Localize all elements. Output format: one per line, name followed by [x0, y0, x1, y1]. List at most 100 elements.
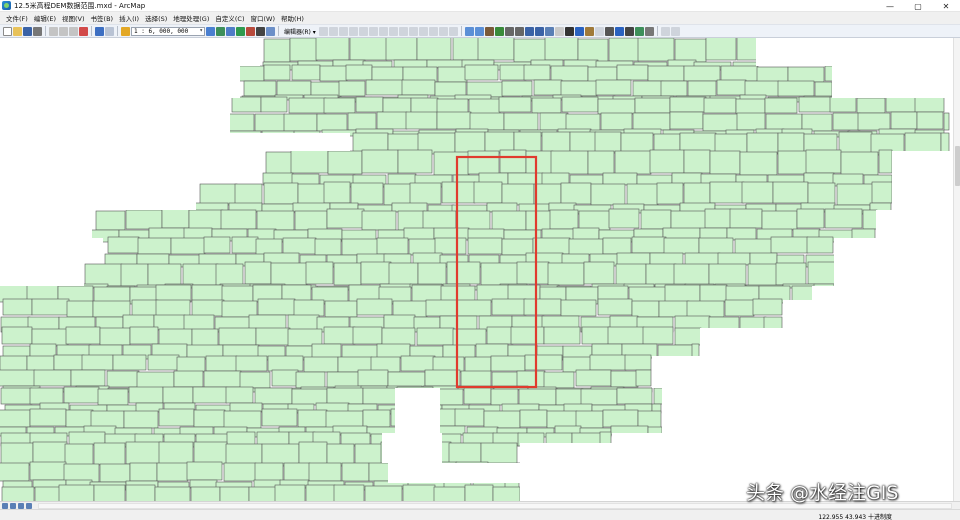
rotate-icon[interactable] [418, 26, 428, 36]
menu-file[interactable]: 文件(F) [3, 13, 31, 23]
save-icon[interactable] [23, 26, 32, 36]
hyperlink-icon[interactable] [584, 26, 594, 36]
edit-vertices-icon[interactable] [378, 26, 388, 36]
table-of-contents-icon[interactable] [216, 26, 225, 36]
menu-view[interactable]: 视图(V) [59, 13, 88, 23]
maximize-button[interactable]: ▢ [904, 0, 932, 12]
dem-tile [862, 209, 878, 230]
add-data-icon[interactable] [121, 26, 130, 36]
fixed-zoom-in-icon[interactable] [504, 26, 514, 36]
map-background-gap [0, 151, 262, 183]
menu-edit[interactable]: 编辑(E) [31, 13, 59, 23]
editor-toolbar-icon[interactable] [206, 26, 215, 36]
select-elements-icon[interactable] [564, 26, 574, 36]
dem-tile [775, 262, 807, 286]
open-folder-icon[interactable] [13, 26, 22, 36]
go-back-icon[interactable] [524, 26, 534, 36]
dem-tile [355, 96, 384, 113]
clear-selection-icon[interactable] [554, 26, 564, 36]
map-background-gap [876, 210, 953, 238]
measure-icon[interactable] [604, 26, 614, 36]
go-to-xy-icon[interactable] [634, 26, 644, 36]
minimize-button[interactable]: — [876, 0, 904, 12]
editor-menu[interactable]: 编辑器(R) ▾ [282, 27, 318, 36]
dem-tile [403, 227, 435, 241]
create-viewer-icon[interactable] [660, 26, 670, 36]
dem-tile [65, 409, 94, 428]
dem-tile [492, 486, 521, 501]
layout-view-icon[interactable] [10, 502, 16, 509]
straight-segment-icon[interactable] [338, 26, 348, 36]
map-scale-input[interactable]: 1 : 6, 000, 000 [131, 26, 205, 36]
zoom-out-icon[interactable] [474, 26, 484, 36]
dem-tile [397, 210, 426, 231]
menu-customize[interactable]: 自定义(C) [212, 13, 247, 23]
reshape-icon[interactable] [388, 26, 398, 36]
create-features-icon[interactable] [448, 26, 458, 36]
paste-icon[interactable] [69, 26, 78, 36]
dem-tile [814, 81, 833, 98]
data-view-icon[interactable] [2, 502, 8, 509]
attributes-icon[interactable] [428, 26, 438, 36]
delete-icon[interactable] [79, 26, 88, 36]
dem-tile [237, 65, 265, 82]
find-icon[interactable] [614, 26, 624, 36]
full-extent-icon[interactable] [494, 26, 504, 36]
edit-annotation-icon[interactable] [328, 26, 338, 36]
edit-tool-icon[interactable] [318, 26, 328, 36]
dem-tile [323, 326, 356, 345]
go-forward-icon[interactable] [534, 26, 544, 36]
dem-tile [765, 113, 803, 132]
endpoint-arc-icon[interactable] [348, 26, 358, 36]
new-document-icon[interactable] [3, 26, 12, 36]
dem-tile [323, 181, 351, 204]
dem-tile [93, 484, 126, 501]
zoom-in-icon[interactable] [464, 26, 474, 36]
dem-tile [796, 208, 825, 229]
pause-drawing-icon[interactable] [26, 502, 32, 509]
split-icon[interactable] [408, 26, 418, 36]
refresh-icon[interactable] [18, 502, 24, 509]
select-features-icon[interactable] [544, 26, 554, 36]
find-route-icon[interactable] [624, 26, 634, 36]
cut-icon[interactable] [49, 26, 58, 36]
arctoolbox-icon[interactable] [246, 26, 255, 36]
point-icon[interactable] [368, 26, 378, 36]
map-display[interactable] [0, 38, 953, 501]
redo-icon[interactable] [105, 26, 114, 36]
dem-tile [787, 66, 825, 83]
menu-bookmarks[interactable]: 书签(B) [88, 13, 117, 23]
copy-icon[interactable] [59, 26, 68, 36]
dem-tile [405, 111, 438, 130]
fixed-zoom-out-icon[interactable] [514, 26, 524, 36]
trace-icon[interactable] [358, 26, 368, 36]
cut-polygons-icon[interactable] [398, 26, 408, 36]
html-popup-icon[interactable] [594, 26, 604, 36]
dem-tile [64, 443, 94, 467]
identify-icon[interactable] [574, 26, 584, 36]
toolbar-options-icon[interactable] [670, 26, 680, 36]
dem-tile [702, 113, 740, 132]
vertical-scrollbar[interactable] [953, 38, 960, 501]
vertical-scrollbar-thumb[interactable] [955, 146, 960, 186]
dem-tile [510, 326, 545, 345]
dem-tile [26, 355, 55, 372]
menu-help[interactable]: 帮助(H) [278, 13, 307, 23]
sketch-properties-icon[interactable] [438, 26, 448, 36]
menu-windows[interactable]: 窗口(W) [248, 13, 279, 23]
map-canvas[interactable] [0, 38, 953, 501]
python-window-icon[interactable] [256, 26, 265, 36]
search-window-icon[interactable] [236, 26, 245, 36]
pan-icon[interactable] [484, 26, 494, 36]
print-icon[interactable] [33, 26, 42, 36]
close-button[interactable]: ✕ [932, 0, 960, 12]
undo-icon[interactable] [95, 26, 104, 36]
model-builder-icon[interactable] [266, 26, 275, 36]
menu-geoprocessing[interactable]: 地理处理(G) [170, 13, 212, 23]
menu-selection[interactable]: 选择(S) [142, 13, 170, 23]
dem-tile [433, 151, 470, 176]
time-slider-icon[interactable] [644, 26, 654, 36]
menu-insert[interactable]: 插入(I) [116, 13, 142, 23]
catalog-icon[interactable] [226, 26, 235, 36]
dem-tile [501, 80, 533, 97]
